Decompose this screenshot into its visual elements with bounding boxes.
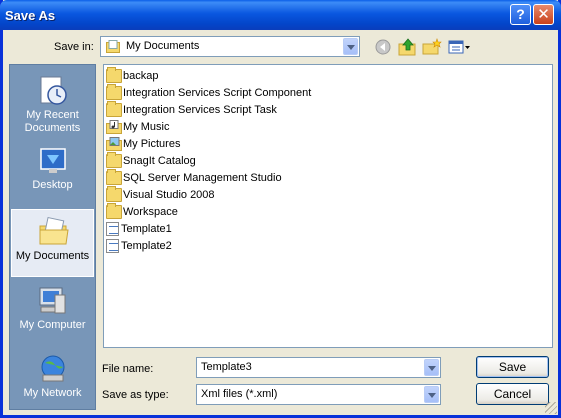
file-name-label: File name:	[102, 363, 154, 375]
views-menu-icon[interactable]	[448, 38, 472, 56]
title-bar[interactable]: Save As ? ✕	[0, 0, 561, 30]
place-label: My Computer	[19, 319, 86, 331]
place-my-network[interactable]: My Network	[11, 347, 94, 415]
file-name-value: Template3	[201, 361, 252, 373]
save-as-type-value: Xml files (*.xml)	[201, 388, 278, 400]
music-folder-icon	[106, 120, 122, 134]
chevron-down-icon[interactable]	[424, 386, 439, 403]
places-bar: My Recent Documents Desktop My Documents…	[9, 64, 96, 410]
window-title: Save As	[5, 8, 56, 23]
xml-file-icon	[106, 239, 119, 253]
place-my-computer[interactable]: My Computer	[11, 279, 94, 347]
my-network-icon	[37, 353, 69, 385]
my-computer-icon	[37, 285, 69, 317]
place-label: Desktop	[32, 179, 73, 191]
folder-icon	[106, 67, 122, 83]
folder-icon	[106, 203, 122, 219]
save-as-type-dropdown[interactable]: Xml files (*.xml)	[196, 384, 441, 405]
folder-icon	[106, 84, 122, 100]
recent-documents-icon	[37, 75, 69, 107]
help-button[interactable]: ?	[510, 4, 531, 25]
cancel-button[interactable]: Cancel	[476, 383, 549, 405]
resize-grip[interactable]	[545, 402, 557, 414]
folder-icon	[106, 152, 122, 168]
save-in-dropdown[interactable]: My Documents	[100, 36, 360, 57]
folder-icon	[106, 169, 122, 185]
folder-icon	[106, 186, 122, 202]
place-my-documents[interactable]: My Documents	[11, 209, 94, 277]
chevron-down-icon[interactable]	[424, 359, 439, 376]
desktop-icon	[37, 145, 69, 177]
close-button[interactable]: ✕	[533, 4, 554, 25]
up-one-level-icon[interactable]	[398, 38, 418, 56]
place-label: My Network	[23, 387, 82, 399]
place-my-recent-documents[interactable]: My Recent Documents	[11, 69, 94, 137]
place-label: My Recent Documents	[24, 109, 81, 134]
folder-icon	[106, 101, 122, 117]
place-label: My Documents	[15, 250, 90, 262]
save-as-type-label: Save as type:	[102, 389, 169, 401]
new-folder-icon[interactable]	[422, 38, 442, 56]
my-documents-small-icon	[106, 40, 120, 53]
back-arrow-icon[interactable]	[374, 38, 394, 56]
chevron-down-icon[interactable]	[343, 38, 358, 55]
file-name-input[interactable]: Template3	[196, 357, 441, 378]
file-list[interactable]: backap Integration Services Script Compo…	[103, 64, 553, 348]
pictures-folder-icon	[106, 137, 122, 151]
xml-file-icon	[106, 222, 119, 236]
save-in-value: My Documents	[126, 40, 200, 52]
save-button[interactable]: Save	[476, 356, 549, 378]
place-desktop[interactable]: Desktop	[11, 139, 94, 207]
save-in-label: Save in:	[54, 41, 94, 53]
my-documents-icon	[38, 216, 70, 248]
save-as-dialog: Save As ? ✕ Save in: My Documents My Rec…	[0, 0, 561, 418]
